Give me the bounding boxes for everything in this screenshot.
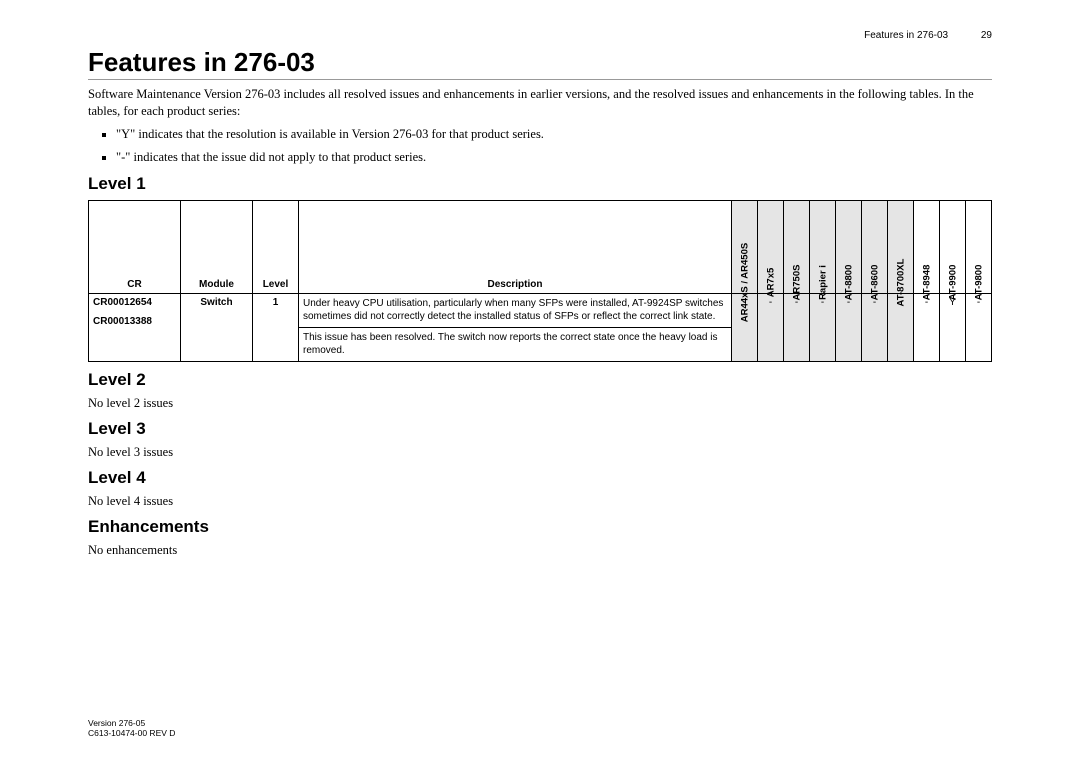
description-cell-2: This issue has been resolved. The switch… [299,327,732,361]
level4-heading: Level 4 [88,468,992,488]
th-product-3: Rapier i [810,200,836,293]
th-product-5: AT-8600 [862,200,888,293]
th-product-6: AT-8700XL [888,200,914,293]
enhancements-heading: Enhancements [88,517,992,537]
list-item: "-" indicates that the issue did not app… [116,149,992,166]
level3-body: No level 3 issues [88,445,992,460]
th-module: Module [181,200,253,293]
page-title: Features in 276-03 [88,47,992,80]
footer-version: Version 276-05 [88,718,175,729]
table-row: CR00012654 CR00013388 Switch 1 Under hea… [89,293,992,327]
features-table: CR Module Level Description AR44xS / AR4… [88,200,992,362]
description-cell-1: Under heavy CPU utilisation, particularl… [299,293,732,327]
th-product-1: AR7x5 [758,200,784,293]
notes-list: "Y" indicates that the resolution is ava… [116,126,992,166]
level2-heading: Level 2 [88,370,992,390]
th-cr: CR [89,200,181,293]
enhancements-body: No enhancements [88,543,992,558]
level2-body: No level 2 issues [88,396,992,411]
th-level: Level [253,200,299,293]
cr-cell: CR00012654 CR00013388 [89,293,181,361]
th-product-4: AT-8800 [836,200,862,293]
module-cell: Switch [181,293,253,361]
th-description: Description [299,200,732,293]
level-cell: 1 [253,293,299,361]
val-cell: - [966,293,992,361]
th-product-2: AR750S [784,200,810,293]
th-product-0: AR44xS / AR450S [732,200,758,293]
val-cell: - [914,293,940,361]
val-cell: - [810,293,836,361]
running-header: Features in 276-03 [864,30,948,41]
list-item: "Y" indicates that the resolution is ava… [116,126,992,143]
val-cell: - [758,293,784,361]
footer-docid: C613-10474-00 REV D [88,728,175,739]
val-cell: - [862,293,888,361]
page-footer: Version 276-05 C613-10474-00 REV D [88,718,175,739]
th-product-9: AT-9800 [966,200,992,293]
level3-heading: Level 3 [88,419,992,439]
th-product-7: AT-8948 [914,200,940,293]
level4-body: No level 4 issues [88,494,992,509]
page-number: 29 [981,30,992,41]
intro-text: Software Maintenance Version 276-03 incl… [88,86,992,120]
val-cell: Y [940,293,966,361]
val-cell: - [784,293,810,361]
th-product-8: AT-9900 [940,200,966,293]
val-cell: - [836,293,862,361]
level1-heading: Level 1 [88,174,992,194]
